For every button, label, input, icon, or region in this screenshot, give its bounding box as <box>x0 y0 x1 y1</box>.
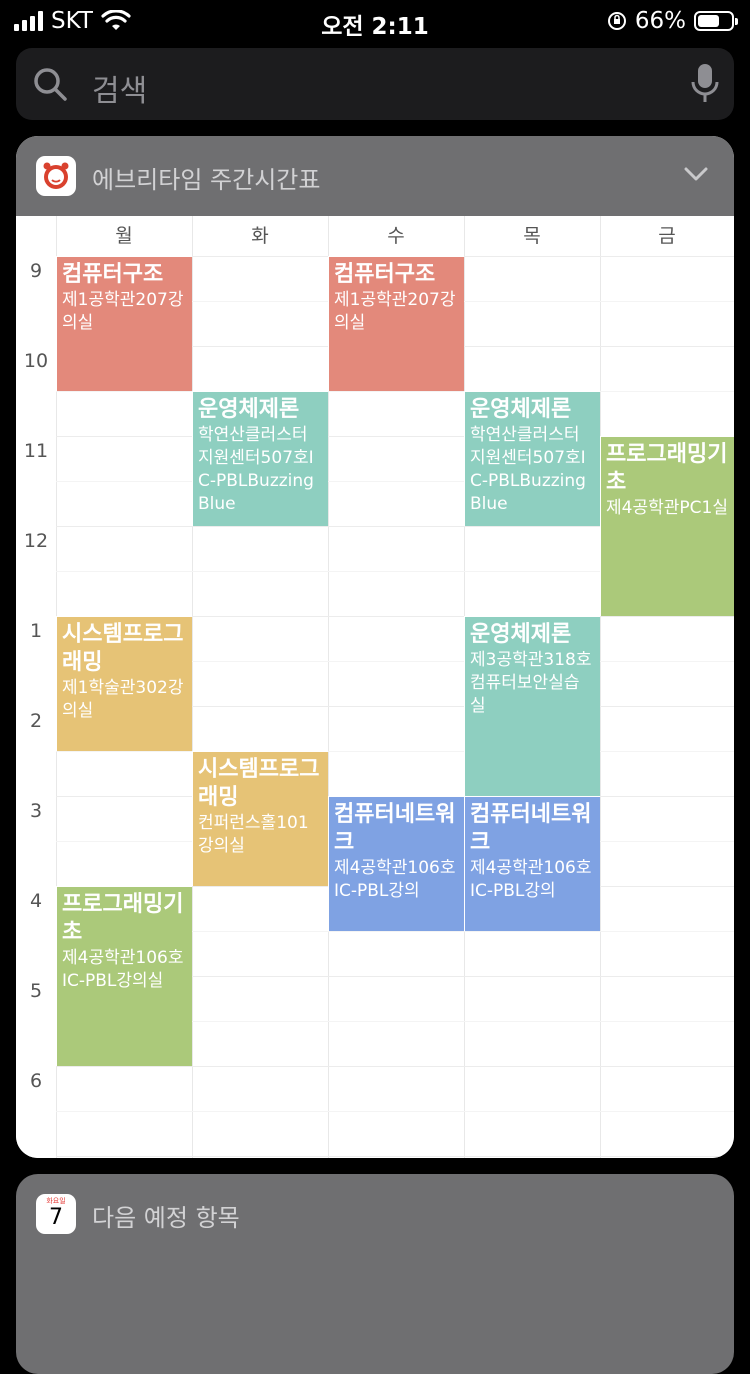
class-title: 운영체제론 <box>470 397 572 422</box>
class-title: 프로그래밍기초 <box>62 892 184 945</box>
grid-half-hour-line <box>56 391 734 392</box>
class-location: 제3공학관318호컴퓨터보안실습실 <box>470 650 592 716</box>
battery-icon <box>694 11 738 31</box>
upcoming-events-widget[interactable]: 화요일 7 다음 예정 항목 <box>16 1174 734 1374</box>
hour-label: 6 <box>29 1070 43 1092</box>
class-block[interactable]: 컴퓨터구조제1공학관207강의실 <box>56 256 192 391</box>
search-input[interactable]: 검색 <box>92 66 147 110</box>
hour-label: 1 <box>29 620 43 642</box>
grid-half-hour-line <box>56 1111 734 1112</box>
calendar-app-icon: 화요일 7 <box>36 1194 76 1234</box>
class-block[interactable]: 시스템프로그래밍 제1학술관302강의실 <box>56 616 192 751</box>
class-block[interactable]: 운영체제론학연산클러스터지원센터507호IC-PBLBuzzingBlue <box>192 391 328 526</box>
class-block[interactable]: 시스템프로그래밍 컨퍼런스홀101강의실 <box>192 751 328 886</box>
class-title: 운영체제론 <box>198 397 300 422</box>
class-block[interactable]: 프로그래밍기초제4공학관PC1실 <box>600 436 734 616</box>
calendar-day: 7 <box>49 1205 63 1230</box>
hour-label: 3 <box>29 800 43 822</box>
grid-divider <box>600 216 601 1158</box>
class-location: 제1공학관207강의실 <box>62 290 184 333</box>
class-block[interactable]: 운영체제론제3공학관318호컴퓨터보안실습실 <box>464 616 600 796</box>
orientation-lock-icon <box>607 12 626 30</box>
class-title: 컴퓨터구조 <box>334 262 436 287</box>
day-header-mon: 월 <box>115 225 133 247</box>
grid-hour-line <box>56 1156 734 1157</box>
class-location: 제4공학관PC1실 <box>606 498 728 518</box>
class-block[interactable]: 컴퓨터구조제1공학관207강의실 <box>328 256 464 391</box>
hour-label: 11 <box>23 440 49 462</box>
class-block[interactable]: 프로그래밍기초 제4공학관106호IC-PBL강의실 <box>56 886 192 1066</box>
class-title: 운영체제론 <box>470 622 572 647</box>
class-location: 제1공학관207강의실 <box>334 290 456 333</box>
class-title: 컴퓨터네트워크 <box>334 802 456 855</box>
class-location: 제1학술관302강의실 <box>62 678 184 721</box>
grid-half-hour-line <box>56 751 734 752</box>
class-location: 컨퍼런스홀101강의실 <box>198 813 309 856</box>
class-block[interactable]: 컴퓨터네트워크 제4공학관106호IC-PBL강의 <box>464 796 600 931</box>
class-title: 컴퓨터네트워크 <box>470 802 592 855</box>
chevron-down-icon[interactable] <box>684 166 708 182</box>
class-title: 시스템프로그래밍 <box>198 757 320 810</box>
grid-divider <box>192 216 193 1158</box>
battery-percent: 66% <box>634 8 686 34</box>
class-location: 제4공학관106호IC-PBL강의실 <box>62 948 184 991</box>
hour-label: 5 <box>29 980 43 1002</box>
widget-header[interactable]: 에브리타임 주간시간표 <box>16 136 734 216</box>
hour-label: 2 <box>29 710 43 732</box>
class-location: 제4공학관106호IC-PBL강의 <box>334 858 456 901</box>
status-bar: SKT 오전 2:11 66% <box>0 0 750 44</box>
day-header-fri: 금 <box>658 225 676 247</box>
day-header-thu: 목 <box>523 225 541 247</box>
timetable-widget: 에브리타임 주간시간표 월 화 수 목 금 9 10 11 12 1 2 3 4… <box>16 136 734 1158</box>
class-title: 컴퓨터구조 <box>62 262 164 287</box>
everytime-app-icon <box>36 156 76 196</box>
grid-hour-line <box>56 1066 734 1067</box>
class-block[interactable]: 컴퓨터네트워크 제4공학관106호IC-PBL강의 <box>328 796 464 931</box>
hour-label: 12 <box>23 530 49 552</box>
hour-label: 4 <box>29 890 43 912</box>
hour-label: 9 <box>29 260 43 282</box>
timetable-grid: 월 화 수 목 금 9 10 11 12 1 2 3 4 5 6 컴퓨터구조제1… <box>16 216 734 1158</box>
class-title: 프로그래밍기초 <box>606 442 728 495</box>
day-header-wed: 수 <box>387 225 405 247</box>
class-location: 학연산클러스터지원센터507호IC-PBLBuzzingBlue <box>470 425 586 514</box>
search-icon <box>34 68 67 101</box>
class-block[interactable]: 운영체제론학연산클러스터지원센터507호IC-PBLBuzzingBlue <box>464 391 600 526</box>
search-bar[interactable]: 검색 <box>16 48 734 120</box>
hour-label: 10 <box>23 350 49 372</box>
day-header-tue: 화 <box>251 225 269 247</box>
widget-title: 에브리타임 주간시간표 <box>92 166 321 194</box>
class-location: 학연산클러스터지원센터507호IC-PBLBuzzingBlue <box>198 425 314 514</box>
class-location: 제4공학관106호IC-PBL강의 <box>470 858 592 901</box>
microphone-icon[interactable] <box>690 62 720 106</box>
class-title: 시스템프로그래밍 <box>62 622 184 675</box>
widget-title: 다음 예정 항목 <box>92 1204 240 1232</box>
